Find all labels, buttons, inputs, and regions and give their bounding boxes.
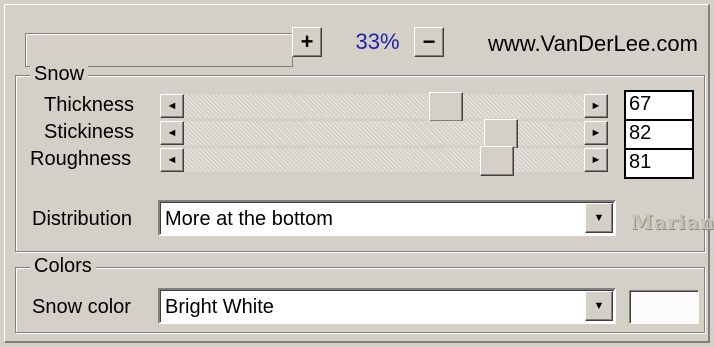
snow-group-title: Snow xyxy=(30,63,89,86)
marian-watermark-logo: Marian xyxy=(631,210,714,234)
thickness-label: Thickness xyxy=(44,94,135,116)
stickiness-slider[interactable]: ◄ ► xyxy=(160,119,608,151)
zoom-out-button[interactable]: − xyxy=(414,27,444,57)
thickness-value-field[interactable]: 67 xyxy=(624,90,694,121)
arrow-left-icon[interactable]: ◄ xyxy=(160,121,184,145)
slider-thumb[interactable] xyxy=(429,92,464,122)
arrow-right-icon[interactable]: ► xyxy=(584,94,608,118)
chevron-down-icon[interactable]: ▼ xyxy=(585,203,613,233)
distribution-selected: More at the bottom xyxy=(165,208,333,230)
slider-track[interactable] xyxy=(184,94,584,118)
arrow-right-icon[interactable]: ► xyxy=(584,121,608,145)
distribution-label: Distribution xyxy=(32,208,133,230)
slider-track[interactable] xyxy=(184,121,584,145)
chevron-down-icon[interactable]: ▼ xyxy=(585,291,613,321)
arrow-right-icon[interactable]: ► xyxy=(584,148,608,172)
arrow-left-icon[interactable]: ◄ xyxy=(160,94,184,118)
colors-group-title: Colors xyxy=(30,255,96,278)
preview-area[interactable] xyxy=(25,33,293,67)
colors-group: Colors Snow color Bright White ▼ xyxy=(15,255,705,333)
distribution-dropdown[interactable]: More at the bottom ▼ xyxy=(158,200,616,236)
snow-color-swatch[interactable] xyxy=(629,290,699,324)
snow-color-dropdown[interactable]: Bright White ▼ xyxy=(158,288,616,324)
zoom-in-button[interactable]: + xyxy=(292,27,322,57)
slider-thumb[interactable] xyxy=(480,146,515,176)
snow-plugin-panel: + 33% − www.VanDerLee.com Snow Thickness… xyxy=(4,4,714,343)
arrow-left-icon[interactable]: ◄ xyxy=(160,148,184,172)
roughness-label: Roughness xyxy=(30,148,132,170)
thickness-slider[interactable]: ◄ ► xyxy=(160,92,608,124)
snow-color-selected: Bright White xyxy=(165,296,274,318)
snow-group: Snow Thickness Stickiness Roughness ◄ ► … xyxy=(15,63,705,252)
roughness-slider[interactable]: ◄ ► xyxy=(160,146,608,178)
roughness-value-field[interactable]: 81 xyxy=(624,148,694,179)
stickiness-label: Stickiness xyxy=(44,121,135,143)
zoom-level: 33% xyxy=(355,29,400,54)
website-link[interactable]: www.VanDerLee.com xyxy=(488,31,698,57)
slider-thumb[interactable] xyxy=(484,119,519,149)
snow-color-label: Snow color xyxy=(32,296,131,318)
stickiness-value-field[interactable]: 82 xyxy=(624,119,694,150)
slider-track[interactable] xyxy=(184,148,584,172)
